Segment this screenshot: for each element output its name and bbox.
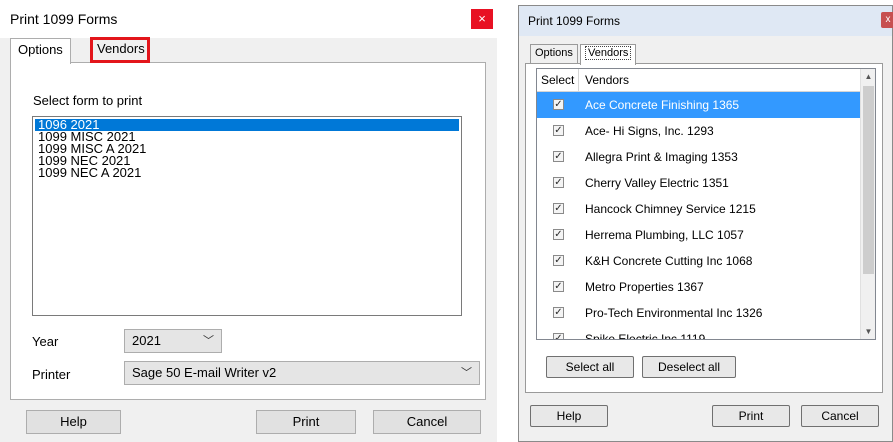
select-all-button[interactable]: Select all (546, 356, 634, 378)
printer-value: Sage 50 E-mail Writer v2 (132, 365, 277, 380)
scrollbar-thumb[interactable] (863, 86, 874, 274)
vendor-name: Hancock Chimney Service 1215 (585, 202, 756, 216)
vendor-name: Ace Concrete Finishing 1365 (585, 98, 740, 112)
vendor-grid[interactable]: Select Vendors ✓ Ace Concrete Finishing … (536, 68, 876, 340)
left-tab-options[interactable]: Options (10, 38, 71, 64)
row-checkbox[interactable]: ✓ (553, 333, 564, 339)
right-dialog: Print 1099 Forms x Options Vendors Selec… (518, 5, 893, 442)
grid-header: Select Vendors (537, 69, 860, 92)
vendor-row[interactable]: ✓ Hancock Chimney Service 1215 (537, 196, 860, 222)
right-tab-options[interactable]: Options (530, 44, 578, 63)
vendor-row[interactable]: ✓ Herrema Plumbing, LLC 1057 (537, 222, 860, 248)
row-checkbox[interactable]: ✓ (553, 255, 564, 266)
right-dialog-title: Print 1099 Forms (528, 14, 621, 28)
right-close-icon[interactable]: x (881, 12, 893, 28)
left-dialog: Print 1099 Forms × Options Vendors Selec… (0, 0, 497, 442)
vendor-name: Herrema Plumbing, LLC 1057 (585, 228, 744, 242)
vendor-row[interactable]: ✓ K&H Concrete Cutting Inc 1068 (537, 248, 860, 274)
right-tab-vendors-label: Vendors (585, 46, 632, 60)
vendor-grid-scrollbar[interactable]: ▲ ▼ (860, 69, 875, 339)
left-help-button[interactable]: Help (26, 410, 121, 434)
printer-select[interactable]: Sage 50 E-mail Writer v2 ﹀ (124, 361, 480, 385)
chevron-down-icon: ﹀ (461, 367, 472, 379)
right-print-button[interactable]: Print (712, 405, 790, 427)
row-checkbox[interactable]: ✓ (553, 281, 564, 292)
vendor-row[interactable]: ✓ Cherry Valley Electric 1351 (537, 170, 860, 196)
column-header-select[interactable]: Select (537, 69, 579, 91)
printer-label: Printer (32, 367, 71, 382)
row-checkbox[interactable]: ✓ (553, 99, 564, 110)
left-title-bar: Print 1099 Forms × (0, 0, 497, 38)
vendor-row[interactable]: ✓ Allegra Print & Imaging 1353 (537, 144, 860, 170)
vendor-name: Metro Properties 1367 (585, 280, 704, 294)
left-close-icon[interactable]: × (471, 9, 493, 29)
deselect-all-button[interactable]: Deselect all (642, 356, 736, 378)
row-checkbox[interactable]: ✓ (553, 177, 564, 188)
year-value: 2021 (132, 333, 161, 348)
form-item-1099-nec-a[interactable]: 1099 NEC A 2021 (35, 166, 459, 179)
select-form-label: Select form to print (33, 93, 143, 108)
left-cancel-button[interactable]: Cancel (373, 410, 481, 434)
right-cancel-button[interactable]: Cancel (801, 405, 879, 427)
left-tab-vendors[interactable]: Vendors (90, 38, 152, 61)
right-tab-vendors[interactable]: Vendors (580, 44, 637, 65)
row-checkbox[interactable]: ✓ (553, 203, 564, 214)
year-select[interactable]: 2021 ﹀ (124, 329, 222, 353)
vendor-name: Allegra Print & Imaging 1353 (585, 150, 738, 164)
chevron-down-icon: ﹀ (203, 335, 214, 347)
right-title-bar: Print 1099 Forms x (519, 6, 893, 36)
row-checkbox[interactable]: ✓ (553, 307, 564, 318)
vendor-row[interactable]: ✓ Spike Electric Inc 1119 (537, 326, 860, 340)
vendor-row[interactable]: ✓ Pro-Tech Environmental Inc 1326 (537, 300, 860, 326)
left-options-panel: Select form to print 1096 2021 1099 MISC… (10, 62, 486, 400)
form-listbox[interactable]: 1096 2021 1099 MISC 2021 1099 MISC A 202… (32, 116, 462, 316)
vendor-name: Spike Electric Inc 1119 (585, 332, 706, 340)
right-help-button[interactable]: Help (530, 405, 608, 427)
vendor-name: Ace- Hi Signs, Inc. 1293 (585, 124, 714, 138)
row-checkbox[interactable]: ✓ (553, 125, 564, 136)
left-print-button[interactable]: Print (256, 410, 356, 434)
scroll-down-icon[interactable]: ▼ (861, 324, 875, 339)
vendor-row[interactable]: ✓ Ace Concrete Finishing 1365 (537, 92, 860, 118)
scroll-up-icon[interactable]: ▲ (861, 69, 875, 84)
row-checkbox[interactable]: ✓ (553, 151, 564, 162)
column-header-vendors[interactable]: Vendors (585, 69, 629, 91)
vendor-name: Cherry Valley Electric 1351 (585, 176, 729, 190)
vendor-name: Pro-Tech Environmental Inc 1326 (585, 306, 763, 320)
vendor-row[interactable]: ✓ Ace- Hi Signs, Inc. 1293 (537, 118, 860, 144)
left-dialog-title: Print 1099 Forms (10, 11, 118, 27)
vendor-name: K&H Concrete Cutting Inc 1068 (585, 254, 753, 268)
row-checkbox[interactable]: ✓ (553, 229, 564, 240)
vendor-row[interactable]: ✓ Metro Properties 1367 (537, 274, 860, 300)
year-label: Year (32, 334, 59, 349)
vendors-panel: Select Vendors ✓ Ace Concrete Finishing … (525, 63, 883, 393)
